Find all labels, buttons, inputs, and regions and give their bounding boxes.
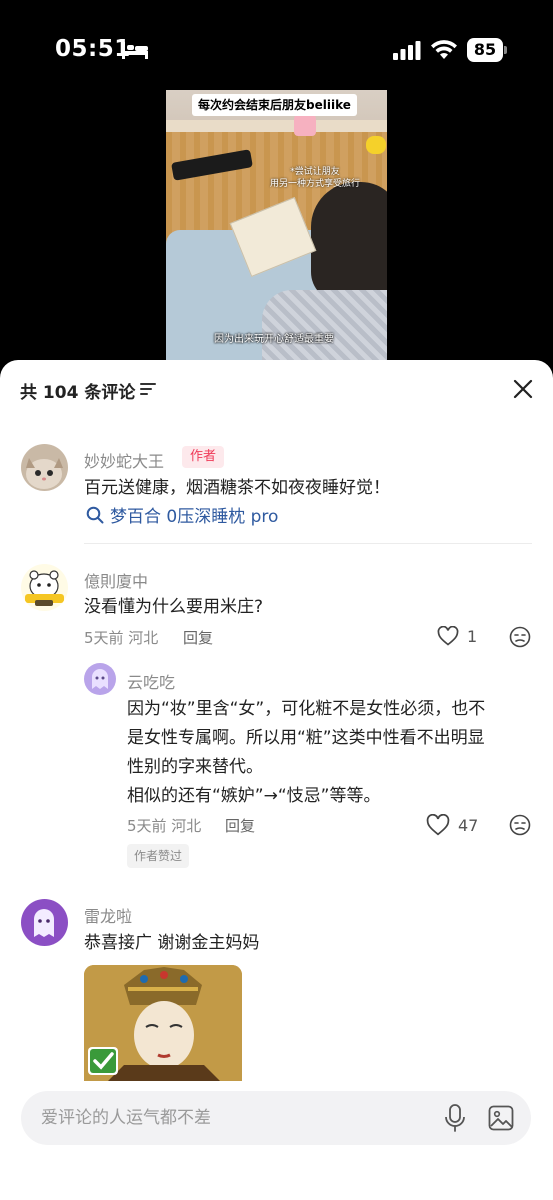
video-shelf xyxy=(166,120,387,132)
hamster-avatar-icon xyxy=(21,564,68,611)
comments-sheet: 共 104 条评论 妙妙蛇大王 作者 百元送健康，烟酒糖茶不如夜夜睡好觉！ 梦百… xyxy=(0,360,553,1200)
comment-username[interactable]: 妙妙蛇大王 xyxy=(84,448,164,472)
search-icon xyxy=(86,506,104,523)
comment-username[interactable]: 雷龙啦 xyxy=(84,903,132,927)
battery-indicator: 85 xyxy=(467,38,507,62)
status-bar: 05:51 85 xyxy=(0,0,553,90)
video-caption-mid: *尝试让朋友 用另一种方式享受旅行 xyxy=(260,166,370,190)
dislike-face-icon[interactable] xyxy=(509,814,531,836)
comment-text: 没看懂为什么要用米庄? xyxy=(84,597,264,617)
video-caption-bottom: 因为出来玩开心舒适最重要 xyxy=(214,334,334,345)
comment-meta: 5天前 河北 xyxy=(84,629,159,647)
reply-username[interactable]: 云吃吃 xyxy=(127,669,175,693)
reply-text-line: 因为“妆”里含“女”，可化粧不是女性必须，也不 xyxy=(127,699,486,719)
sleep-mode-icon xyxy=(122,42,148,59)
search-link-label: 梦百合 0压深睡枕 pro xyxy=(110,507,279,527)
comment-input-bar xyxy=(0,1081,553,1200)
sort-filter-icon[interactable] xyxy=(140,382,156,396)
reply-meta: 5天前 河北 xyxy=(127,817,202,835)
reply-button[interactable]: 回复 xyxy=(225,815,255,836)
comment-text: 百元送健康，烟酒糖茶不如夜夜睡好觉！ xyxy=(84,478,390,498)
divider xyxy=(84,543,532,544)
product-search-link[interactable]: 梦百合 0压深睡枕 pro xyxy=(86,502,278,527)
microphone-icon[interactable] xyxy=(444,1104,466,1132)
comment-count-title: 共 104 条评论 xyxy=(20,383,136,403)
wifi-icon xyxy=(431,40,457,59)
reply-text-line: 性别的字来替代。 xyxy=(127,757,263,777)
video-shirt xyxy=(262,290,387,362)
battery-level: 85 xyxy=(467,38,503,62)
avatar[interactable] xyxy=(84,663,116,695)
comment-username[interactable]: 億則廈中 xyxy=(84,568,148,592)
comments-header: 共 104 条评论 xyxy=(0,360,553,420)
like-count: 1 xyxy=(467,626,478,646)
image-upload-icon[interactable] xyxy=(488,1105,514,1131)
cellular-signal-icon xyxy=(393,41,421,60)
battery-tip xyxy=(504,46,507,54)
cat-avatar-icon xyxy=(21,444,68,491)
comment-text: 恭喜接广 谢谢金主妈妈 xyxy=(84,933,260,953)
video-caption-mid-line2: 用另一种方式享受旅行 xyxy=(269,179,360,189)
like-button[interactable]: 47 xyxy=(426,814,478,836)
reply-text-line: 相似的还有“嫉妒”→“忮忌”等等。 xyxy=(127,786,381,806)
comment-image[interactable] xyxy=(84,965,242,1085)
video-caption-mid-line1: *尝试让朋友 xyxy=(290,167,340,177)
dislike-face-icon[interactable] xyxy=(509,626,531,648)
like-count: 47 xyxy=(458,815,479,835)
avatar[interactable] xyxy=(21,444,68,491)
avatar[interactable] xyxy=(21,899,68,946)
close-icon[interactable] xyxy=(511,377,535,401)
purple-ghost-avatar-icon xyxy=(21,899,68,946)
reply-text-line: 是女性专属啊。所以用“粧”这类中性看不出明显 xyxy=(127,728,485,748)
video-toy-yellow xyxy=(366,136,386,154)
avatar[interactable] xyxy=(21,564,68,611)
comment-input-container[interactable] xyxy=(21,1091,531,1145)
author-liked-badge: 作者赞过 xyxy=(127,844,190,868)
video-person xyxy=(311,182,387,302)
heart-icon xyxy=(426,814,450,836)
empress-portrait-image xyxy=(84,965,242,1085)
video-thumbnail[interactable]: 每次约会结束后朋友beliike *尝试让朋友 用另一种方式享受旅行 因为出来玩… xyxy=(166,90,387,362)
status-time: 05:51 xyxy=(55,36,131,62)
author-tag: 作者 xyxy=(182,446,225,468)
video-caption-top: 每次约会结束后朋友beliike xyxy=(192,94,357,116)
reply-button[interactable]: 回复 xyxy=(183,627,213,648)
heart-icon xyxy=(437,626,459,646)
like-button[interactable]: 1 xyxy=(437,626,477,646)
comment-input[interactable] xyxy=(41,1091,431,1145)
ghost-avatar-icon xyxy=(84,663,116,695)
